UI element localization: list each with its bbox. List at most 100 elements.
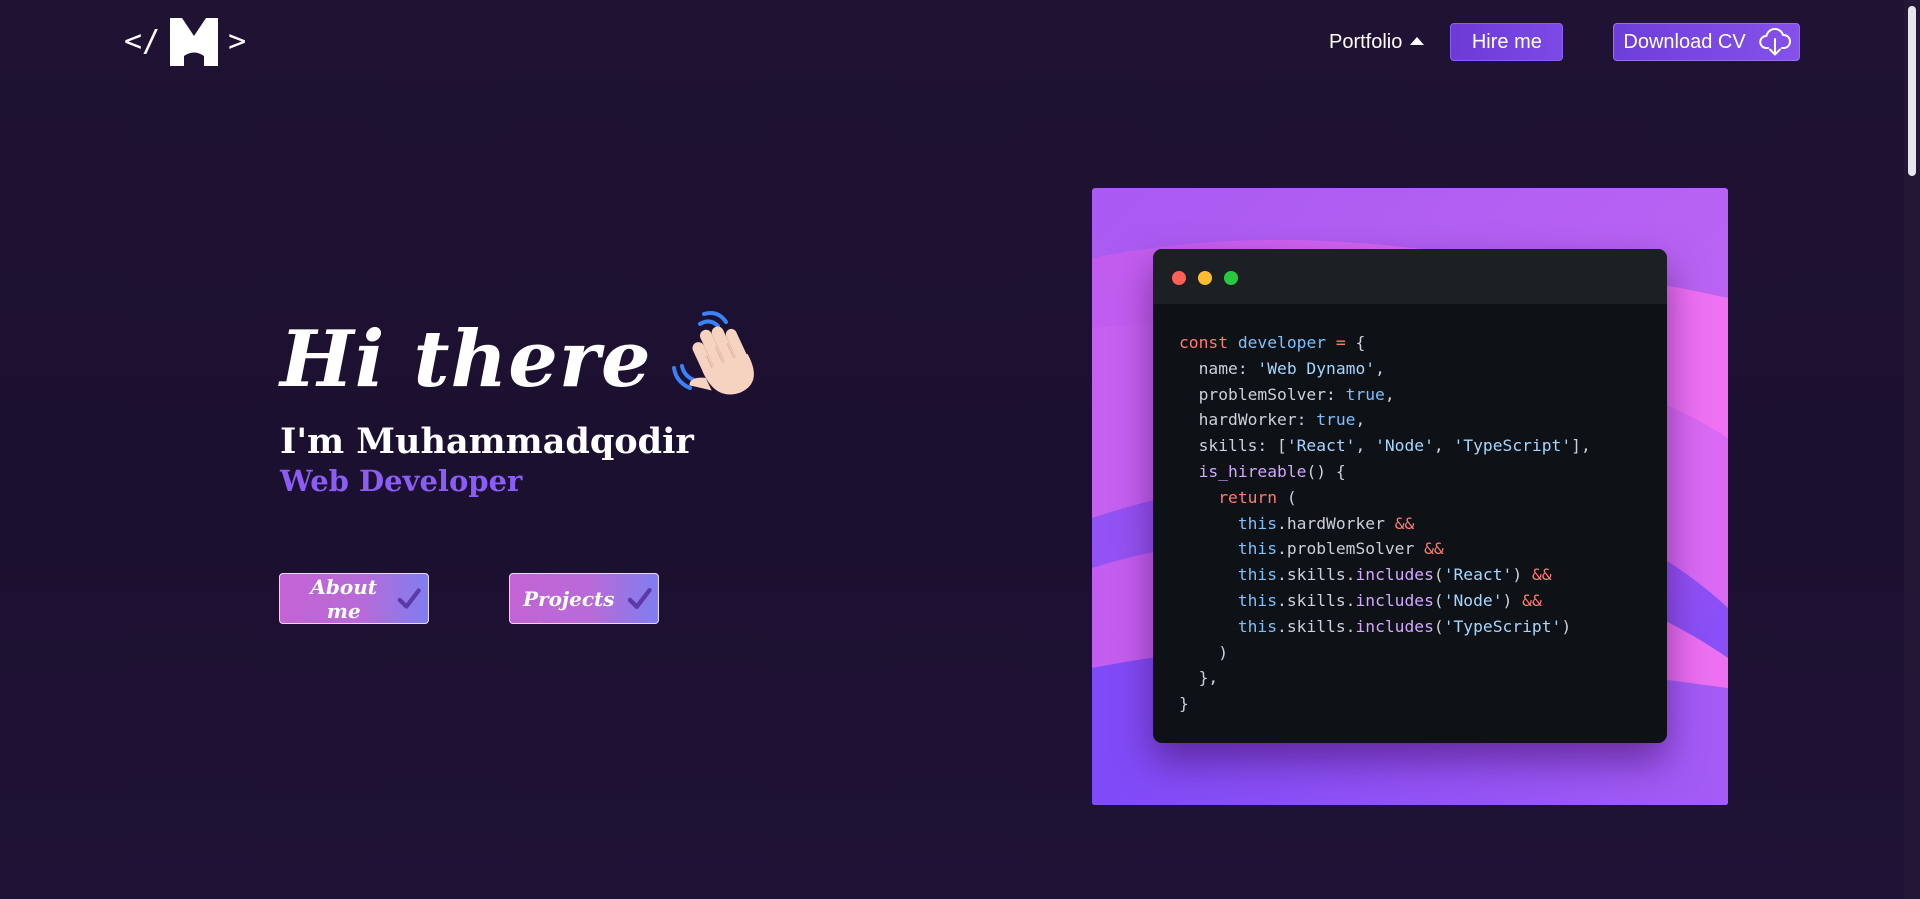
logo-close-bracket: > [228, 24, 247, 59]
code-line: this.hardWorker && [1179, 511, 1667, 537]
code-token: .hardWorker [1277, 513, 1395, 533]
code-token: , [1375, 358, 1385, 378]
greeting-heading: Hi there [280, 310, 768, 410]
code-token: skills: [ [1179, 436, 1287, 456]
scrollbar[interactable] [1904, 0, 1920, 899]
maximize-dot-icon [1224, 271, 1238, 285]
check-icon [627, 587, 652, 609]
code-block: const developer = { name: 'Web Dynamo', … [1153, 304, 1667, 717]
code-token: 'React' [1443, 565, 1513, 585]
code-token: ], [1571, 436, 1591, 456]
code-line: is_hireable() { [1179, 459, 1667, 485]
hero-section: Hi there I'm Muhammadqodir Web Developer [280, 310, 768, 496]
code-line: return ( [1179, 485, 1667, 511]
code-token: , [1355, 410, 1366, 430]
download-cv-button[interactable]: Download CV [1613, 23, 1801, 61]
code-token: 'Node' [1443, 590, 1503, 610]
code-token: ) [1561, 616, 1572, 636]
code-token: ( [1433, 565, 1444, 585]
code-line: ) [1179, 640, 1667, 666]
code-token: true [1345, 384, 1385, 404]
code-token: && [1522, 590, 1542, 610]
code-window: const developer = { name: 'Web Dynamo', … [1153, 249, 1667, 743]
intro-heading: I'm Muhammadqodir [280, 421, 694, 462]
page: </ > Portfolio Hire me Download CV Hi th… [0, 0, 1920, 899]
check-icon [398, 587, 422, 609]
code-line: skills: ['React', 'Node', 'TypeScript'], [1179, 433, 1667, 459]
code-token: this [1237, 590, 1278, 610]
code-token: hardWorker: [1179, 410, 1317, 430]
code-token: () { [1306, 461, 1346, 481]
projects-label: Projects [523, 586, 615, 611]
code-token: ) [1512, 565, 1532, 585]
download-cv-label: Download CV [1623, 30, 1746, 53]
code-token: , [1384, 384, 1395, 404]
scrollbar-thumb[interactable] [1908, 6, 1916, 176]
logo-m-icon [170, 18, 219, 66]
logo-open-bracket: </ [124, 24, 161, 59]
greeting-text: Hi there [280, 314, 652, 405]
caret-up-icon [1410, 37, 1425, 45]
code-token: , [1355, 436, 1376, 456]
projects-button[interactable]: Projects [509, 573, 659, 624]
code-token: = [1335, 333, 1356, 352]
code-line: }, [1179, 665, 1667, 691]
code-token: const [1179, 333, 1238, 352]
portfolio-label: Portfolio [1329, 30, 1403, 53]
code-line: this.skills.includes('TypeScript') [1179, 614, 1667, 640]
code-token: .skills. [1277, 565, 1356, 585]
code-token: this [1237, 539, 1278, 559]
code-token: 'Node' [1375, 436, 1434, 456]
code-token: && [1531, 565, 1552, 585]
role-heading: Web Developer [280, 464, 523, 498]
code-token: .skills. [1277, 590, 1356, 610]
code-token: .skills. [1277, 616, 1356, 636]
portfolio-menu[interactable]: Portfolio [1329, 30, 1425, 54]
code-line: this.skills.includes('React') && [1179, 562, 1667, 588]
close-dot-icon [1172, 271, 1186, 285]
code-token: && [1394, 513, 1415, 533]
code-token: includes [1355, 590, 1434, 610]
hire-me-button[interactable]: Hire me [1450, 23, 1564, 61]
code-token: is_hireable [1198, 461, 1307, 481]
code-token: 'Web Dynamo' [1257, 358, 1376, 378]
code-token: { [1355, 333, 1366, 352]
code-token: 'TypeScript' [1443, 616, 1562, 636]
code-token: true [1316, 410, 1356, 430]
code-window-titlebar [1153, 249, 1667, 304]
code-line: const developer = { [1179, 330, 1667, 356]
code-line: } [1179, 691, 1667, 717]
site-logo[interactable]: </ > [124, 14, 246, 70]
cloud-download-icon [1759, 28, 1792, 56]
code-token: , [1433, 436, 1454, 456]
code-token: this [1237, 513, 1278, 533]
code-token: this [1237, 616, 1278, 636]
code-token: problemSolver: [1179, 384, 1346, 404]
code-token: name: [1179, 358, 1258, 378]
code-token: && [1424, 539, 1444, 559]
top-nav: Portfolio Hire me Download CV [1329, 23, 1801, 61]
code-token: includes [1355, 565, 1434, 585]
code-token: ( [1433, 590, 1444, 610]
code-token: } [1179, 694, 1189, 714]
code-token: includes [1355, 616, 1434, 636]
waving-hand-icon [671, 311, 754, 395]
about-me-label: About me [310, 574, 378, 623]
about-me-button[interactable]: About me [279, 573, 429, 624]
code-line: name: 'Web Dynamo', [1179, 356, 1667, 382]
code-token: }, [1179, 668, 1219, 688]
code-token: ( [1286, 487, 1297, 507]
code-token: return [1218, 487, 1287, 507]
code-token: .problemSolver [1277, 539, 1425, 559]
code-token: ) [1179, 642, 1229, 662]
code-token: ) [1502, 590, 1523, 610]
code-line: this.skills.includes('Node') && [1179, 588, 1667, 614]
minimize-dot-icon [1198, 271, 1212, 285]
